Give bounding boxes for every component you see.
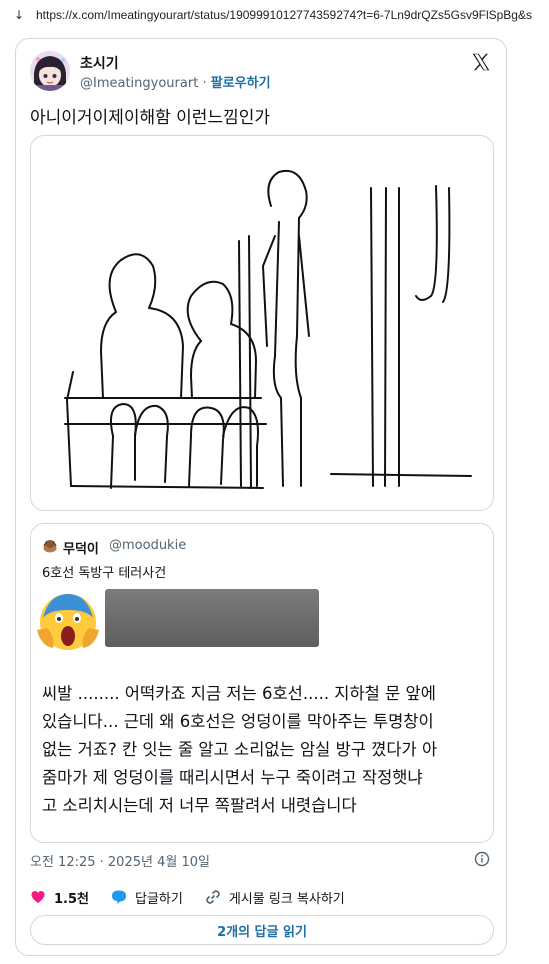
- quote-text: 6호선 독방구 테러사건: [42, 566, 167, 581]
- quote-body: 씨발 ........ 어떡카죠 지금 저는 6호선..... 지하철 문 앞에…: [42, 680, 490, 820]
- x-logo-icon[interactable]: [470, 51, 492, 73]
- action-bar: 1.5천 답글하기 게시물 링크 복사하기: [30, 887, 367, 907]
- author-handle[interactable]: @Imeatingyourart: [80, 76, 198, 91]
- quote-body-line: 고 소리치시는데 저 너무 쪽팔려서 내렷습니다: [42, 796, 357, 815]
- quoted-tweet[interactable]: 무덕이 @moodukie 6호선 독방구 테러사건 씨발 ........ 어…: [30, 523, 494, 843]
- info-icon[interactable]: [474, 851, 490, 867]
- browser-url-bar[interactable]: ↓ https://x.com/Imeatingyourart/status/1…: [0, 0, 549, 30]
- quote-body-line: 씨발 ........ 어떡카죠 지금 저는 6호선..... 지하철 문 앞에: [42, 684, 436, 703]
- author-avatar[interactable]: [30, 51, 70, 91]
- quote-author-avatar[interactable]: [42, 538, 58, 554]
- tweet-image-drawing[interactable]: [30, 135, 494, 511]
- quote-body-line: 없는 거죠? 칸 잇는 줄 알고 소리없는 암실 방구 꼈다가 아: [42, 740, 438, 759]
- like-count: 1.5천: [54, 891, 89, 907]
- download-arrow-icon: ↓: [14, 8, 25, 22]
- quote-body-line: 줌마가 제 엉덩이를 때리시면서 누구 죽이려고 작정햇냐: [42, 768, 423, 787]
- quote-author-handle[interactable]: @moodukie: [109, 538, 186, 553]
- reply-button[interactable]: 답글하기: [111, 888, 183, 907]
- heart-icon: [31, 891, 45, 903]
- separator-dot: ·: [202, 76, 207, 91]
- speech-bubble-icon: [112, 890, 126, 904]
- screaming-face-emoji-icon: [37, 594, 99, 650]
- author-handle-row: @Imeatingyourart · 팔로우하기: [80, 72, 271, 91]
- follow-link[interactable]: 팔로우하기: [211, 76, 271, 91]
- like-button[interactable]: 1.5천: [30, 888, 89, 907]
- link-icon: [206, 890, 220, 904]
- tweet-text: 아니이거이제이해함 이런느낌인가: [30, 108, 271, 128]
- url-text[interactable]: https://x.com/Imeatingyourart/status/190…: [36, 8, 532, 22]
- author-name[interactable]: 초시기: [80, 53, 119, 73]
- tweet-timestamp[interactable]: 오전 12:25 · 2025년 4월 10일: [30, 851, 210, 870]
- copy-link-button[interactable]: 게시물 링크 복사하기: [205, 888, 345, 907]
- reply-label: 답글하기: [135, 891, 183, 907]
- read-replies-button[interactable]: 2개의 답글 읽기: [30, 915, 494, 945]
- blurred-image: [105, 589, 319, 647]
- tweet-card: 초시기 @Imeatingyourart · 팔로우하기 아니이거이제이해함 이…: [15, 38, 507, 956]
- copy-link-label: 게시물 링크 복사하기: [228, 891, 345, 907]
- quote-author-name[interactable]: 무덕이: [63, 538, 99, 557]
- quote-body-line: 있습니다... 근데 왜 6호선은 엉덩이를 막아주는 투명창이: [42, 712, 434, 731]
